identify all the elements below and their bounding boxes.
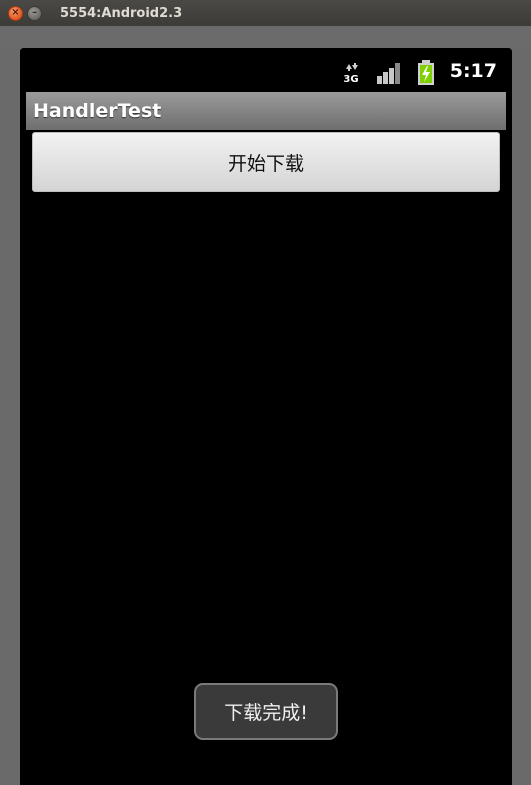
start-download-button[interactable]: 开始下载 [32,132,500,192]
download-complete-toast: 下载完成! [194,683,338,740]
window-title: 5554:Android2.3 [60,5,183,21]
close-window-button[interactable]: × [8,5,23,21]
minimize-icon: – [32,7,37,18]
network-3g-icon: 3G [343,63,359,84]
status-bar: 3G 5:17 [20,48,512,92]
network-type-label: 3G [343,74,358,84]
device-bezel [0,26,531,48]
app-title: HandlerTest [33,100,162,122]
app-title-bar: HandlerTest [26,92,506,130]
device-screen: 3G 5:17 HandlerTest 开始下载 下载完成! [20,48,512,785]
minimize-window-button[interactable]: – [27,5,42,21]
battery-charging-icon [418,60,434,85]
status-clock: 5:17 [449,60,497,82]
emulator-window: × – 5554:Android2.3 3G 5:17 HandlerTest … [0,0,531,785]
window-titlebar: × – 5554:Android2.3 [0,0,531,26]
signal-strength-icon [377,63,400,84]
close-icon: × [11,7,20,18]
